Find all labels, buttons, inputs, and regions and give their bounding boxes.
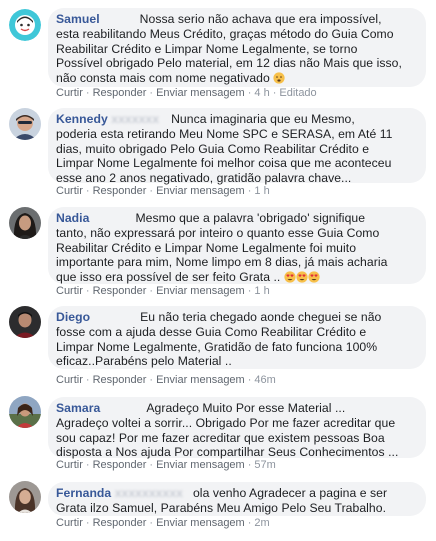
timestamp[interactable]: 57m [254,459,275,471]
comment-bubble: Nadia Mesmo que a palavra 'obrigado' sign… [48,207,426,284]
comment-text-line: esse ano 2 anos negativado, gratidão pal… [56,171,352,186]
avatar[interactable] [9,207,41,239]
like-link[interactable]: Curtir [56,459,83,471]
reply-link[interactable]: Responder [93,374,147,386]
like-link[interactable]: Curtir [56,517,83,529]
like-link[interactable]: Curtir [56,285,83,297]
comment-actions: Curtir · Responder · Enviar mensagem · 1 h [56,285,270,297]
comment-text-line: Reabilitar Crédito e Limpar Nome Legalme… [56,41,358,56]
comment-bubble: Kennedy xxxxxxx Nunca imaginaria que eu M… [48,108,426,186]
reply-link[interactable]: Responder [93,87,147,99]
send-message-link[interactable]: Enviar mensagem [156,185,245,197]
comment-text-line: ola venho Agradecer a pagina e ser [192,486,388,500]
comment-text-line: que isso era possível de ser feito Grata… [56,270,281,285]
timestamp[interactable]: 2m [254,517,269,529]
reply-link[interactable]: Responder [93,285,147,297]
comment-text-line: poderia esta retirando Meu Nome SPC e SE… [56,126,393,141]
timestamp[interactable]: 1 h [254,185,269,197]
comment-text-line: dias, muito obrigado Pelo Guia Como Reab… [56,141,370,156]
comment-text-line: Nunca imaginaria que eu Mesmo, [171,112,355,126]
comment-text-line: Agradeço Muito Por esse Material ... [146,401,346,415]
heart-eyes-icon [284,271,296,283]
comment-text-line: Mesmo que a palavra 'obrigado' signifiqu… [135,211,366,225]
comment-actions: Curtir · Responder · Enviar mensagem · 2m [56,517,270,529]
comment-text-line: não consta mais com nome negativado [56,71,270,86]
comment-bubble: Fernanda xxxxxxxxxx ola venho Agradecer a… [48,482,426,516]
comment-text-line: Nossa serio não achava que era impossíve… [139,12,382,26]
comment-text-line: Limpar Nome Legalmente, Gratidão de fato… [56,339,378,354]
avatar[interactable] [9,9,41,41]
send-message-link[interactable]: Enviar mensagem [156,285,245,297]
comment-author[interactable]: Samuel [56,12,100,26]
reply-link[interactable]: Responder [93,517,147,529]
comment-text-line: Limpar Nome Legalmente foi melhor coisa … [56,156,392,171]
avatar[interactable] [9,108,41,140]
send-message-link[interactable]: Enviar mensagem [156,87,245,99]
comment-author[interactable]: Fernanda [56,486,111,500]
avatar[interactable] [9,396,41,428]
comment-bubble: Diego Eu não teria chegado aonde cheguei … [48,306,426,369]
heart-eyes-icon [296,271,308,283]
comment-bubble: Samuel Nossa serio não achava que era imp… [48,8,426,87]
comment-text-line: importante para mim, Nome limpo em 8 dia… [56,255,388,270]
comment-actions: Curtir · Responder · Enviar mensagem · 46m [56,374,276,386]
like-link[interactable]: Curtir [56,374,83,386]
like-link[interactable]: Curtir [56,87,83,99]
timestamp[interactable]: 1 h [254,285,269,297]
comment-actions: Curtir · Responder · Enviar mensagem · 1 h [56,185,270,197]
comment-author[interactable]: Nadia [56,211,89,225]
reply-link[interactable]: Responder [93,459,147,471]
comment-author[interactable]: Kennedy [56,112,108,126]
heart-eyes-icon [308,271,320,283]
comment-text-line: Reabilitar Crédito e Limpar Nome Legalme… [56,240,357,255]
comment-text-line: disposta a Nos ajuda Por compartilhar Se… [56,445,399,460]
comment-text-line: fosse com a ajuda desse Guia Como Reabil… [56,324,367,339]
comment-bubble: Samara Agradeço Muito Por esse Material .… [48,397,426,460]
send-message-link[interactable]: Enviar mensagem [156,517,245,529]
comment-text-line: Possível obrigado Pelo material, em 12 d… [56,56,402,71]
worried-face-icon [273,72,285,84]
timestamp[interactable]: 46m [254,374,275,386]
comment-text-line: tanto, não expressará por inteiro o quan… [56,225,380,240]
like-link[interactable]: Curtir [56,185,83,197]
comment-actions: Curtir · Responder · Enviar mensagem · 4 h · Edi… [56,87,317,99]
comment-text-line: Grata ilzo Samuel, Parabéns Meu Amigo Pe… [56,500,387,515]
comment-text-line: sou capaz! Por me fazer acreditar que ex… [56,430,385,445]
timestamp[interactable]: 4 h [254,87,269,99]
send-message-link[interactable]: Enviar mensagem [156,459,245,471]
edited-label: Editado [279,87,317,99]
reply-link[interactable]: Responder [93,185,147,197]
comment-author[interactable]: Diego [56,310,90,324]
comment-text-line: esta reabilitando Meus Crédito, graças m… [56,26,394,41]
comment-text-line: Agradeço voltei a sorrir... Obrigado Por… [56,415,396,430]
send-message-link[interactable]: Enviar mensagem [156,374,245,386]
avatar[interactable] [9,481,41,513]
comment-author[interactable]: Samara [56,401,100,415]
comment-actions: Curtir · Responder · Enviar mensagem · 57m [56,459,276,471]
comment-text-line: Eu não teria chegado aonde cheguei se nã… [140,310,382,324]
avatar[interactable] [9,306,41,338]
comment-text-line: eficaz..Parabéns pelo Material .. [56,354,232,369]
